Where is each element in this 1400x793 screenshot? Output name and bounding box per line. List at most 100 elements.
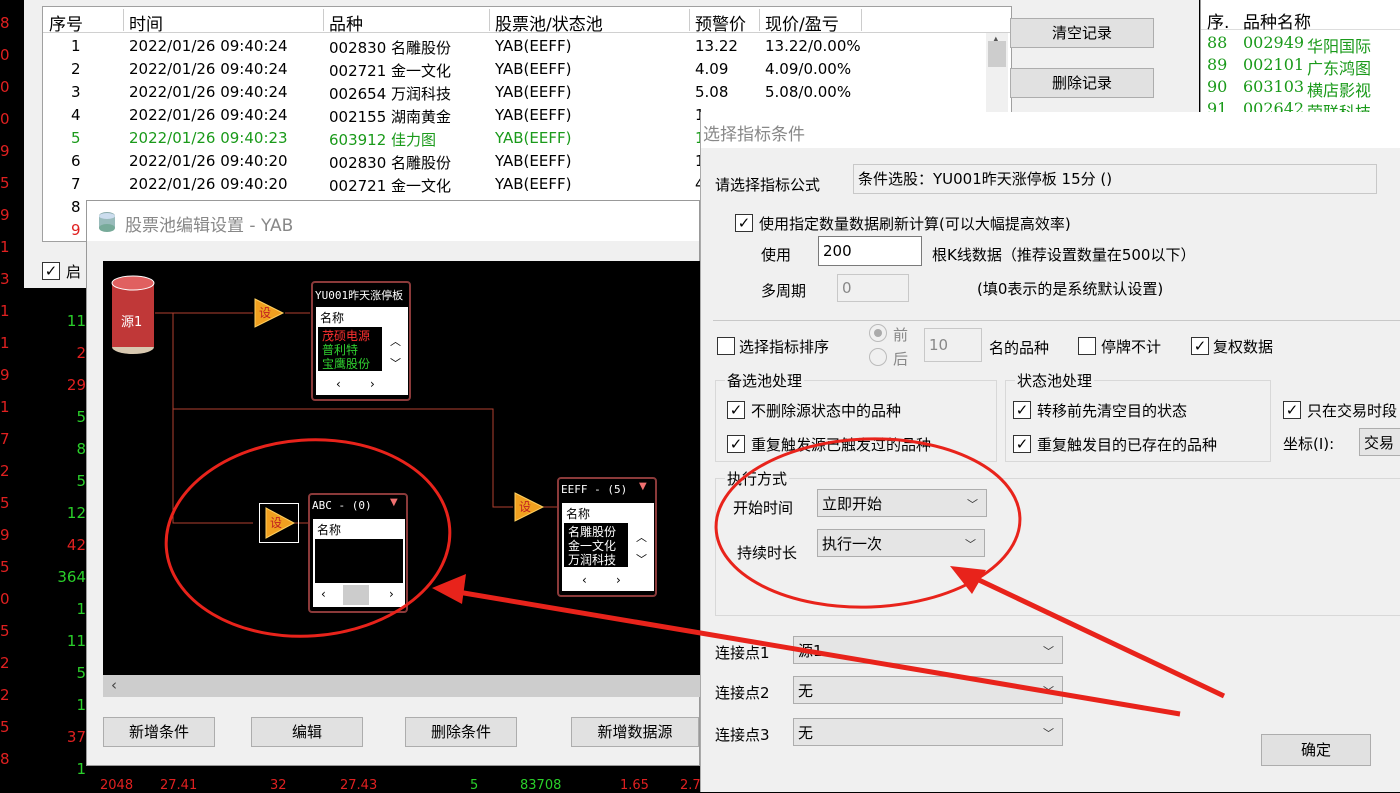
use-label: 使用 bbox=[761, 246, 792, 264]
dropdown-icon[interactable]: ▼ bbox=[390, 497, 398, 508]
records-header-cell[interactable]: 序号 bbox=[49, 10, 83, 35]
pool-box-yu001-list: 名称 茂硕电源 普利特 宝鹰股份 ︿ ﹀ ‹ › bbox=[316, 307, 408, 395]
no-delete-label: 不删除源状态中的品种 bbox=[751, 402, 902, 420]
records-header-cell[interactable]: 股票池/状态池 bbox=[495, 10, 603, 35]
pool-box-yu001-item[interactable]: 宝鹰股份 bbox=[322, 355, 370, 371]
kline-count-input[interactable]: 200 bbox=[818, 236, 922, 266]
edit-button[interactable]: 编辑 bbox=[251, 717, 363, 747]
conn2-value: 无 bbox=[798, 682, 814, 700]
period-input[interactable]: 0 bbox=[837, 274, 909, 302]
list-item[interactable]: 88 002949 华阳国际 bbox=[1201, 32, 1400, 56]
sort-checkbox[interactable] bbox=[717, 337, 735, 355]
formula-field[interactable]: 条件选股：YU001昨天涨停板 15分 () bbox=[853, 164, 1377, 194]
chevron-down-icon[interactable]: ﹀ bbox=[636, 551, 647, 567]
condition-node-1[interactable]: 设 bbox=[253, 297, 285, 329]
source-label: 源1 bbox=[121, 315, 143, 330]
table-cell: 2022/01/26 09:40:24 bbox=[129, 60, 288, 78]
no-delete-checkbox[interactable]: ✓ bbox=[727, 401, 745, 419]
repeat-trigger-checkbox[interactable]: ✓ bbox=[727, 435, 745, 453]
records-scroll-thumb[interactable] bbox=[988, 41, 1006, 67]
duration-select[interactable]: 执行一次 ﹀ bbox=[817, 529, 985, 557]
duration-label: 持续时长 bbox=[737, 544, 798, 562]
add-condition-button[interactable]: 新增条件 bbox=[103, 717, 215, 747]
chevron-left-icon[interactable]: ‹ bbox=[321, 587, 326, 601]
delete-condition-button[interactable]: 删除条件 bbox=[405, 717, 517, 747]
pool-editor-window: 股票池编辑设置 - YAB 源1 设 设 设 YU001昨天涨停板 名称 茂硕电… bbox=[86, 200, 701, 766]
conn3-value: 无 bbox=[798, 724, 814, 742]
ok-button[interactable]: 确定 bbox=[1261, 734, 1371, 766]
records-header-cell[interactable]: 时间 bbox=[129, 10, 163, 35]
header-separator bbox=[861, 9, 862, 31]
chevron-left-icon[interactable]: ‹ bbox=[336, 377, 341, 391]
conn3-select[interactable]: 无 ﹀ bbox=[793, 718, 1063, 746]
bg-number: 5 bbox=[76, 408, 86, 426]
table-cell: 9 bbox=[71, 221, 81, 239]
conn2-label: 连接点2 bbox=[715, 684, 770, 702]
records-header-cell[interactable]: 品种 bbox=[329, 10, 363, 35]
repeat-target-checkbox[interactable]: ✓ bbox=[1013, 435, 1031, 453]
table-row[interactable]: 2 2022/01/26 09:40:24 002721 金一文化 YAB(EEFF)… bbox=[43, 58, 983, 82]
sort-count-input[interactable]: 10 bbox=[924, 328, 982, 362]
trade-time-checkbox[interactable]: ✓ bbox=[1283, 401, 1301, 419]
front-radio[interactable] bbox=[869, 324, 887, 342]
start-time-value: 立即开始 bbox=[822, 495, 883, 513]
table-cell: YAB(EEFF) bbox=[495, 106, 572, 124]
pool-box-yu001[interactable]: YU001昨天涨停板 名称 茂硕电源 普利特 宝鹰股份 ︿ ﹀ ‹ › bbox=[311, 281, 411, 401]
table-cell: YAB(EEFF) bbox=[495, 129, 572, 147]
add-datasource-button[interactable]: 新增数据源 bbox=[571, 717, 699, 747]
enable-checkbox[interactable]: ✓ bbox=[42, 262, 60, 280]
pool-box-abc-header: 名称 bbox=[317, 523, 342, 537]
canvas-h-scrollbar[interactable]: ‹ bbox=[103, 675, 701, 697]
flow-canvas[interactable]: 源1 设 设 设 YU001昨天涨停板 名称 茂硕电源 普利特 宝鹰股份 ︿ ﹀… bbox=[103, 261, 701, 675]
indicator-titlebar: 选择指标条件 bbox=[701, 112, 1400, 148]
chevron-down-icon[interactable]: ﹀ bbox=[390, 355, 401, 371]
chevron-left-icon[interactable]: ‹ bbox=[582, 573, 587, 587]
abc-scroll-thumb[interactable] bbox=[343, 585, 369, 605]
chevron-right-icon[interactable]: › bbox=[616, 573, 621, 587]
back-radio[interactable] bbox=[869, 348, 887, 366]
pool-box-eeff[interactable]: EEFF - (5) ▼ 名称 名雕股份 金一文化 万润科技 ︿ ﹀ ‹ › bbox=[557, 477, 657, 597]
records-header-cell[interactable]: 预警价 bbox=[695, 10, 746, 35]
table-cell: 002830 名雕股份 bbox=[329, 39, 452, 57]
bg-number: 42 bbox=[66, 536, 86, 554]
suspend-checkbox[interactable] bbox=[1078, 337, 1096, 355]
list-item[interactable]: 90 603103 横店影视 bbox=[1201, 76, 1400, 100]
conn1-value: 源1 bbox=[798, 642, 823, 660]
pool-box-eeff-item[interactable]: 万润科技 bbox=[568, 551, 616, 567]
chevron-up-icon[interactable]: ︿ bbox=[636, 529, 647, 545]
condition-node-3[interactable]: 设 bbox=[513, 491, 545, 523]
adjust-checkbox[interactable]: ✓ bbox=[1191, 337, 1209, 355]
start-time-select[interactable]: 立即开始 ﹀ bbox=[817, 489, 987, 517]
clear-records-button[interactable]: 清空记录 bbox=[1010, 18, 1154, 48]
pool-editor-title: 股票池编辑设置 - YAB bbox=[125, 216, 294, 236]
table-row[interactable]: 3 2022/01/26 09:40:24 002654 万润科技 YAB(EEFF)… bbox=[43, 81, 983, 105]
condition-node-2[interactable]: 设 bbox=[259, 503, 299, 543]
condition-node-2-label: 设 bbox=[270, 516, 283, 530]
conn2-select[interactable]: 无 ﹀ bbox=[793, 676, 1063, 704]
right-list-header: 序. 品种名称 bbox=[1201, 4, 1400, 33]
sort-label: 选择指标排序 bbox=[739, 338, 830, 356]
clear-before-checkbox[interactable]: ✓ bbox=[1013, 401, 1031, 419]
coord-select[interactable]: 交易 bbox=[1359, 428, 1400, 456]
chevron-right-icon[interactable]: › bbox=[389, 587, 394, 601]
list-item[interactable]: 89 002101 广东鸿图 bbox=[1201, 54, 1400, 78]
records-header-cell[interactable]: 现价/盈亏 bbox=[765, 10, 839, 35]
pool-box-abc[interactable]: ABC - (0) ▼ 名称 ‹ › bbox=[308, 493, 408, 613]
table-cell: 5.08/0.00% bbox=[765, 83, 852, 101]
dropdown-icon[interactable]: ▼ bbox=[639, 481, 647, 492]
source-node[interactable]: 源1 bbox=[111, 275, 155, 355]
exec-mode-title: 执行方式 bbox=[725, 468, 790, 489]
chevron-left-icon[interactable]: ‹ bbox=[111, 676, 117, 694]
use-count-checkbox[interactable]: ✓ bbox=[735, 214, 753, 232]
right-stock-list: 序. 品种名称 88 002949 华阳国际 89 002101 广东鸿图 90 603103… bbox=[1200, 0, 1400, 122]
table-cell: 13.22/0.00% bbox=[765, 37, 861, 55]
chevron-right-icon[interactable]: › bbox=[370, 377, 375, 391]
chevron-up-icon[interactable]: ︿ bbox=[390, 333, 401, 349]
start-time-label: 开始时间 bbox=[733, 499, 794, 517]
conn1-select[interactable]: 源1 ﹀ bbox=[793, 636, 1063, 664]
delete-records-button[interactable]: 删除记录 bbox=[1010, 68, 1154, 98]
table-row[interactable]: 1 2022/01/26 09:40:24 002830 名雕股份 YAB(EEFF)… bbox=[43, 35, 983, 59]
use-count-label: 使用指定数量数据刷新计算(可以大幅提高效率) bbox=[759, 215, 1071, 233]
table-cell: 2022/01/26 09:40:20 bbox=[129, 175, 288, 193]
bg-number: 5 bbox=[470, 778, 479, 793]
